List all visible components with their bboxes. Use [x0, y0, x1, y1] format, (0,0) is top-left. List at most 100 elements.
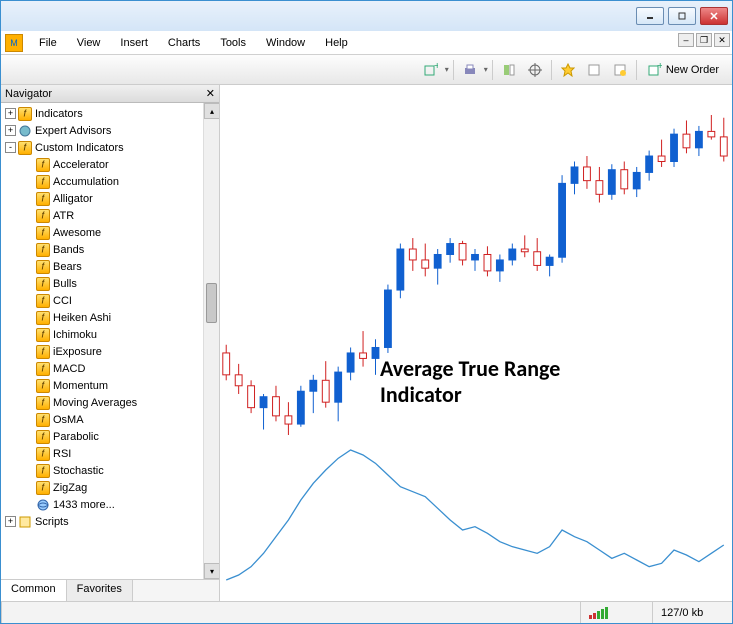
menu-view[interactable]: View [67, 34, 111, 52]
app-icon: M [5, 34, 23, 52]
tree-expander-icon[interactable]: + [5, 108, 16, 119]
menubar: M FileViewInsertChartsToolsWindowHelp – … [1, 31, 732, 55]
statusbar: 127/0 kb [1, 601, 732, 623]
nav-button[interactable] [497, 59, 521, 81]
menu-help[interactable]: Help [315, 34, 358, 52]
tree-scrollbar[interactable]: ▴ ▾ [203, 103, 219, 579]
fx-icon: ƒ [36, 226, 50, 240]
print-button[interactable] [458, 59, 482, 81]
tree-item-zigzag[interactable]: ƒZigZag [1, 479, 203, 496]
script-icon [18, 515, 32, 529]
tree-item-bears[interactable]: ƒBears [1, 258, 203, 275]
fx-icon: ƒ [36, 294, 50, 308]
tree-indicators[interactable]: +ƒIndicators [1, 105, 203, 122]
tree-scripts[interactable]: +Scripts [1, 513, 203, 530]
navigator-title: Navigator ✕ [1, 85, 219, 103]
globe-icon [36, 498, 50, 512]
fx-icon: ƒ [36, 328, 50, 342]
fx-icon: ƒ [36, 464, 50, 478]
toolbar: + ▾ ▾ + New Order [1, 55, 732, 85]
maximize-button[interactable] [668, 7, 696, 25]
tree-item-parabolic[interactable]: ƒParabolic [1, 428, 203, 445]
tree-item-alligator[interactable]: ƒAlligator [1, 190, 203, 207]
svg-text:+: + [657, 63, 662, 72]
tree-item-macd[interactable]: ƒMACD [1, 360, 203, 377]
candlestick-chart [220, 85, 730, 595]
tree-item-bands[interactable]: ƒBands [1, 241, 203, 258]
tab-favorites[interactable]: Favorites [67, 580, 133, 601]
tree-item-accumulation[interactable]: ƒAccumulation [1, 173, 203, 190]
menu-charts[interactable]: Charts [158, 34, 210, 52]
fx-icon: ƒ [36, 345, 50, 359]
menu-insert[interactable]: Insert [110, 34, 158, 52]
tree-item-momentum[interactable]: ƒMomentum [1, 377, 203, 394]
tab-common[interactable]: Common [1, 580, 67, 601]
tree-item-atr[interactable]: ƒATR [1, 207, 203, 224]
fx-icon: ƒ [36, 430, 50, 444]
minimize-button[interactable] [636, 7, 664, 25]
tree-item-rsi[interactable]: ƒRSI [1, 445, 203, 462]
terminal-button[interactable] [582, 59, 606, 81]
menu-file[interactable]: File [29, 34, 67, 52]
ea-icon [18, 124, 32, 138]
status-kb: 127/0 kb [652, 602, 732, 623]
tree-expander-icon[interactable]: + [5, 125, 16, 136]
menu-window[interactable]: Window [256, 34, 315, 52]
tree-item-ichimoku[interactable]: ƒIchimoku [1, 326, 203, 343]
fx-icon: ƒ [18, 141, 32, 155]
tree-item-moving-averages[interactable]: ƒMoving Averages [1, 394, 203, 411]
new-order-label: New Order [666, 64, 719, 76]
navigator-tabs: Common Favorites [1, 579, 219, 601]
fx-icon: ƒ [36, 260, 50, 274]
tree-item-iexposure[interactable]: ƒiExposure [1, 343, 203, 360]
mdi-close-button[interactable]: ✕ [714, 33, 730, 47]
tree-item-accelerator[interactable]: ƒAccelerator [1, 156, 203, 173]
fx-icon: ƒ [36, 311, 50, 325]
favorites-button[interactable] [556, 59, 580, 81]
new-order-button[interactable]: + New Order [641, 59, 726, 81]
scroll-thumb[interactable] [206, 283, 217, 323]
tree-item-awesome[interactable]: ƒAwesome [1, 224, 203, 241]
tree-item-cci[interactable]: ƒCCI [1, 292, 203, 309]
fx-icon: ƒ [36, 362, 50, 376]
mdi-minimize-button[interactable]: – [678, 33, 694, 47]
tree-expert-advisors[interactable]: +Expert Advisors [1, 122, 203, 139]
titlebar: ✕ [1, 1, 732, 31]
fx-icon: ƒ [36, 192, 50, 206]
crosshair-button[interactable] [523, 59, 547, 81]
navigator-panel: Navigator ✕ +ƒIndicators+Expert Advisors… [1, 85, 220, 601]
tree-custom-indicators[interactable]: -ƒCustom Indicators [1, 139, 203, 156]
add-chart-button[interactable]: + [419, 59, 443, 81]
tree-more[interactable]: 1433 more... [1, 496, 203, 513]
close-button[interactable]: ✕ [700, 7, 728, 25]
navigator-close-icon[interactable]: ✕ [206, 87, 215, 100]
scroll-down-icon[interactable]: ▾ [204, 563, 219, 579]
tree-expander-icon[interactable]: - [5, 142, 16, 153]
fx-icon: ƒ [36, 243, 50, 257]
fx-icon: ƒ [36, 447, 50, 461]
fx-icon: ƒ [36, 379, 50, 393]
chart-overlay-text-2: Indicator [380, 381, 462, 408]
fx-icon: ƒ [36, 209, 50, 223]
chart-area[interactable]: Average True Range Indicator [220, 85, 732, 601]
fx-icon: ƒ [18, 107, 32, 121]
mdi-restore-button[interactable]: ❐ [696, 33, 712, 47]
tree-item-heiken-ashi[interactable]: ƒHeiken Ashi [1, 309, 203, 326]
fx-icon: ƒ [36, 413, 50, 427]
navigator-tree[interactable]: +ƒIndicators+Expert Advisors-ƒCustom Ind… [1, 103, 203, 579]
app-window: ✕ M FileViewInsertChartsToolsWindowHelp … [0, 0, 733, 624]
fx-icon: ƒ [36, 277, 50, 291]
strategy-button[interactable] [608, 59, 632, 81]
menu-tools[interactable]: Tools [210, 34, 256, 52]
tree-item-stochastic[interactable]: ƒStochastic [1, 462, 203, 479]
svg-text:+: + [434, 63, 438, 72]
connection-status [580, 602, 652, 623]
chart-overlay-text-1: Average True Range [380, 355, 560, 382]
tree-item-bulls[interactable]: ƒBulls [1, 275, 203, 292]
fx-icon: ƒ [36, 396, 50, 410]
tree-expander-icon[interactable]: + [5, 516, 16, 527]
fx-icon: ƒ [36, 158, 50, 172]
tree-item-osma[interactable]: ƒOsMA [1, 411, 203, 428]
connection-bars-icon [589, 607, 639, 619]
scroll-up-icon[interactable]: ▴ [204, 103, 219, 119]
